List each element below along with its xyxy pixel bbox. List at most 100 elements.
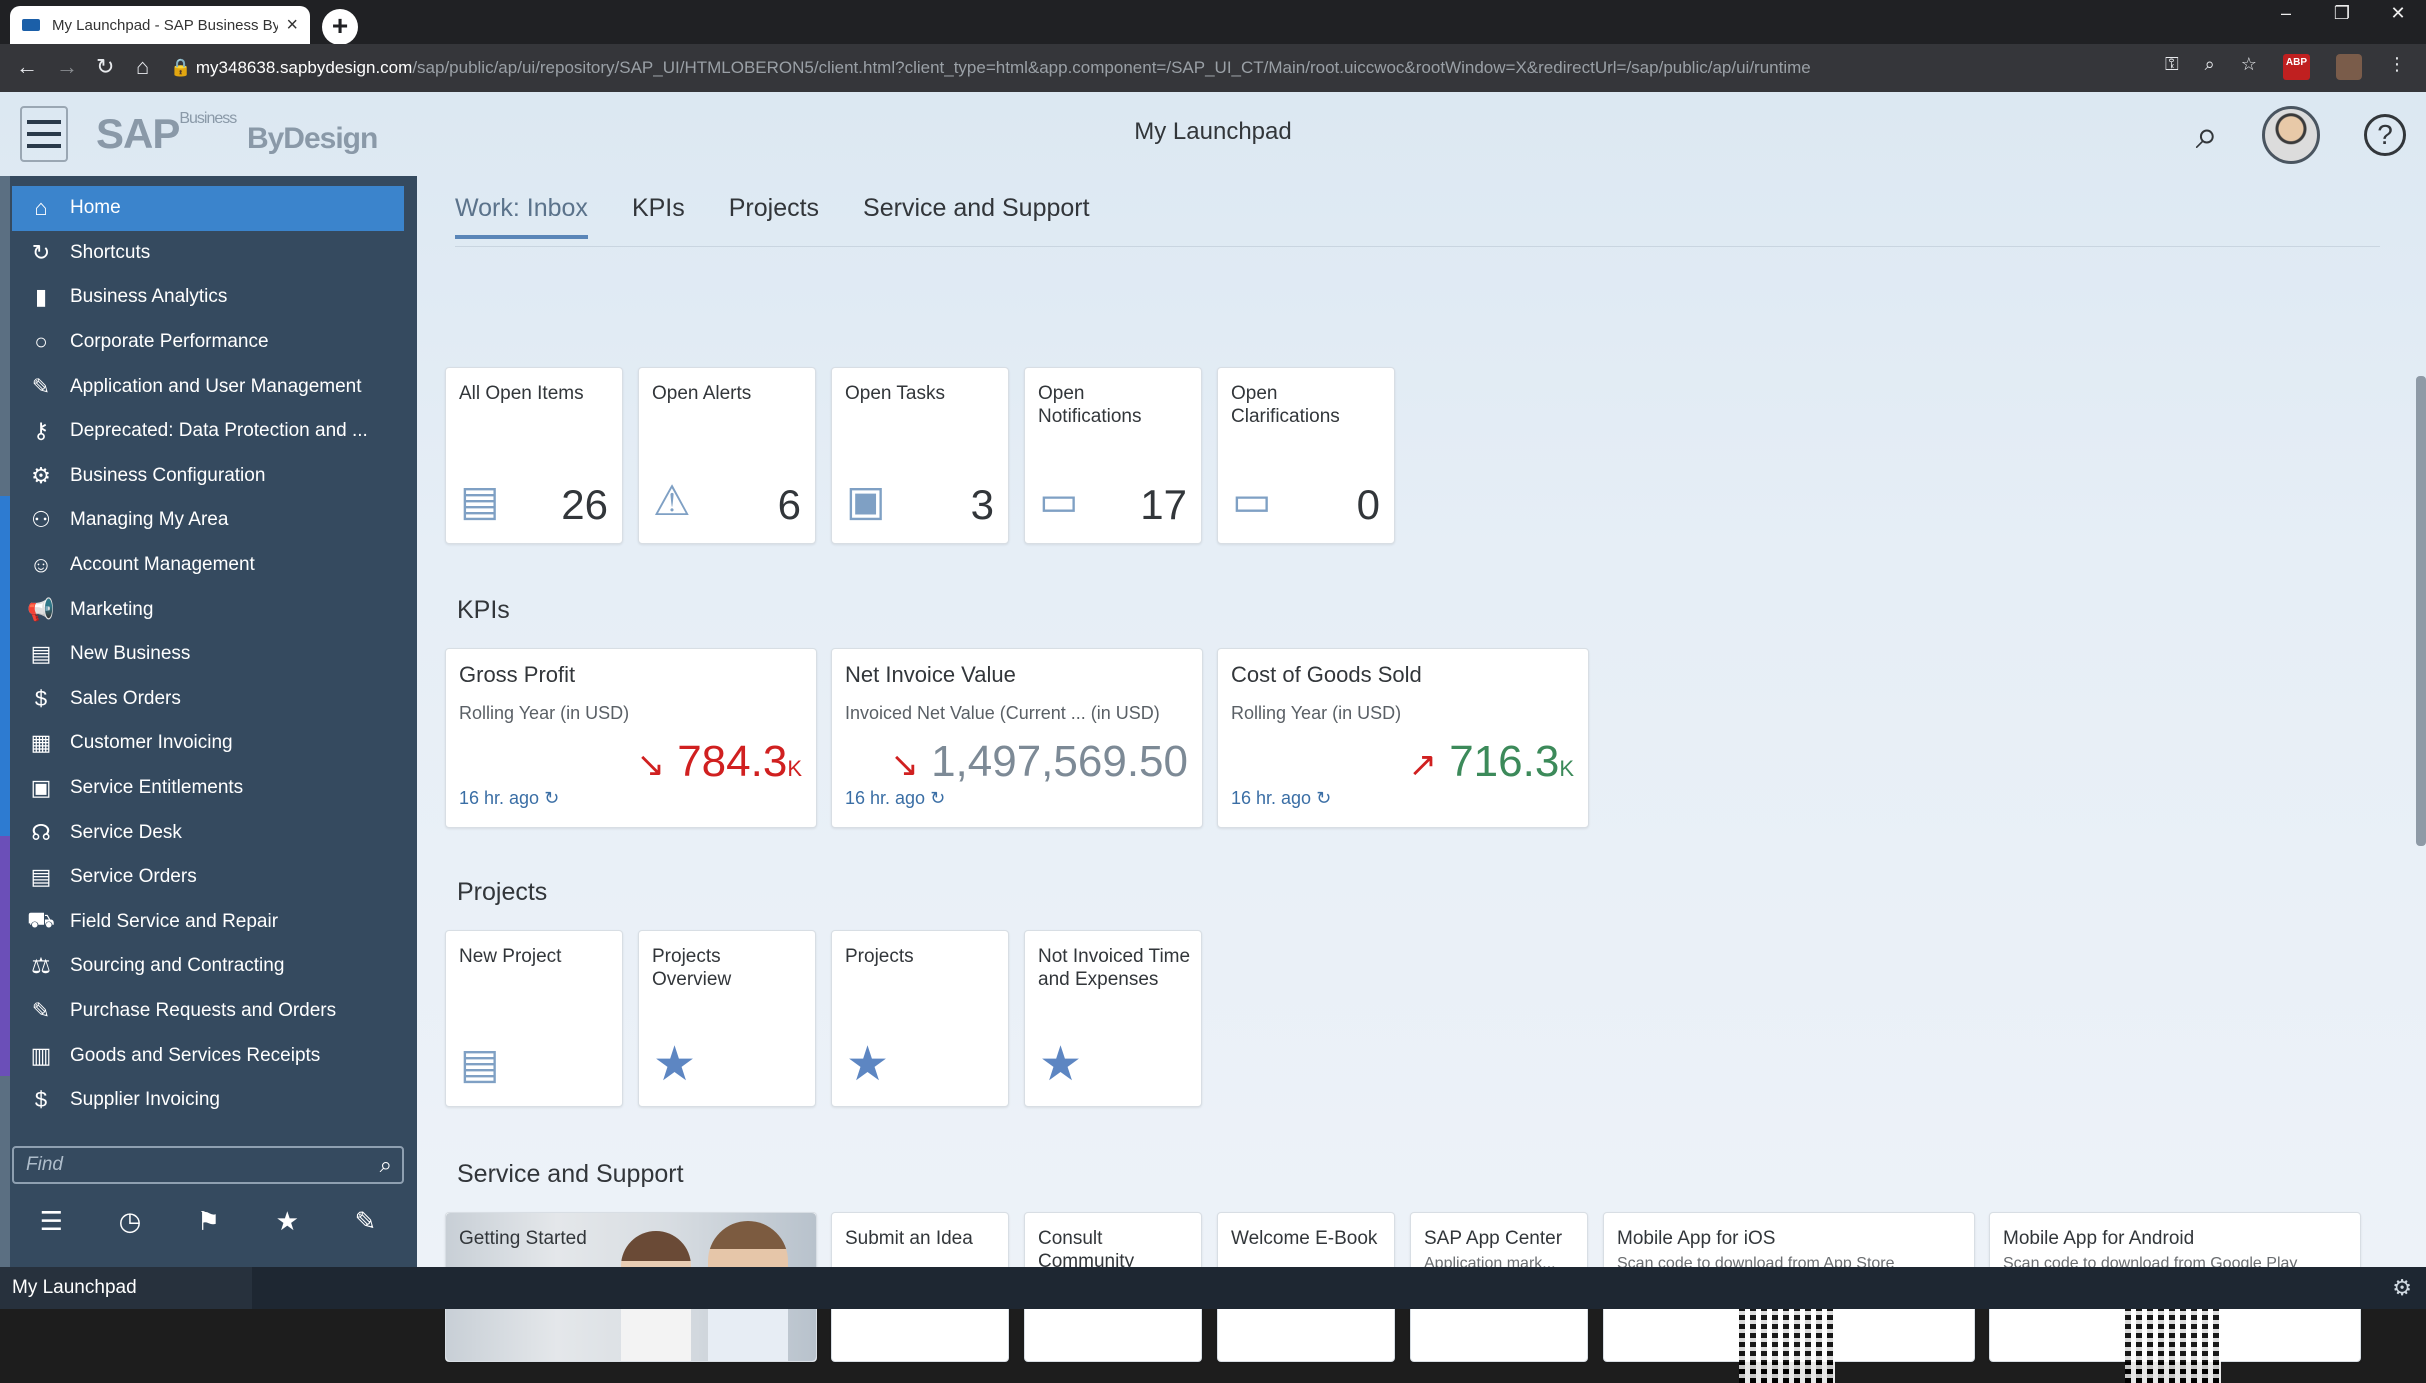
section-projects: Projects [457,878,548,906]
browser-tab[interactable]: My Launchpad - SAP Business By × [10,6,310,44]
sidebar-item-business-configuration[interactable]: ⚙ Business Configuration [12,454,404,499]
personalize-icon[interactable]: ✎ [354,1206,376,1237]
user-avatar[interactable] [2262,106,2320,164]
help-icon[interactable]: ? [2364,114,2406,156]
refresh-icon[interactable]: ↻ [544,788,559,808]
minimize-icon[interactable]: – [2258,0,2314,30]
tile-title: New Project [459,946,562,967]
refresh-icon[interactable]: ↻ [930,788,945,808]
flag-icon[interactable]: ⚑ [197,1206,220,1237]
sidebar-item-account-management[interactable]: ☺ Account Management [12,543,404,588]
tile-all-open-items[interactable]: All Open Items ▤ 26 [445,367,623,544]
history-icon[interactable]: ◷ [119,1206,142,1237]
sidebar-item-label: Field Service and Repair [70,910,279,932]
sidebar-item-goods-and-services-receipts[interactable]: ▥ Goods and Services Receipts [12,1033,404,1078]
sidebar-item-shortcuts[interactable]: ↻ Shortcuts [12,231,404,276]
sidebar-item-managing-my-area[interactable]: ⚇ Managing My Area [12,498,404,543]
sidebar-item-service-orders[interactable]: ▤ Service Orders [12,855,404,900]
sidebar-item-service-entitlements[interactable]: ▣ Service Entitlements [12,766,404,811]
tile-open-alerts[interactable]: Open Alerts ⚠ 6 [638,367,816,544]
refresh-icon[interactable]: ↻ [1316,788,1331,808]
tile-title: Open Clarifications [1231,383,1340,427]
home-browser-icon[interactable]: ⌂ [136,54,149,80]
kpi-cost-of-goods-sold[interactable]: Cost of Goods Sold Rolling Year (in USD)… [1217,648,1589,828]
tile-title: All Open Items [459,383,584,404]
browser-profile-avatar[interactable] [2336,54,2362,80]
invoice-icon: ▦ [30,730,52,756]
restore-icon[interactable]: ❐ [2314,0,2370,30]
accessibility-icon[interactable]: ⚙ [2392,1275,2412,1301]
adblock-icon[interactable]: ABP [2282,54,2310,80]
trend-up-icon: ↗ [1408,746,1437,784]
reload-icon[interactable]: ↻ [96,54,114,80]
page-title: My Launchpad [1134,118,1292,145]
kpi-subtitle: Rolling Year (in USD) [1231,703,1402,723]
entitlement-icon: ▣ [30,775,52,801]
sidebar-item-home[interactable]: ⌂ Home [12,186,404,231]
window-controls: – ❐ ✕ [2258,0,2426,30]
launchpad-content: Work: Inbox KPIs Projects Service and Su… [417,176,2426,1383]
browser-menu-icon[interactable]: ⋮ [2388,54,2406,80]
sidebar-item-service-desk[interactable]: ☊ Service Desk [12,810,404,855]
sidebar-item-business-analytics[interactable]: ▮ Business Analytics [12,275,404,320]
sidebar-item-purchase-requests-and-orders[interactable]: ✎ Purchase Requests and Orders [12,989,404,1034]
forward-icon[interactable]: → [56,54,78,80]
back-icon[interactable]: ← [16,54,38,80]
tile-projects-overview[interactable]: Projects Overview ★ [638,930,816,1107]
tile-open-clarifications[interactable]: Open Clarifications ▭ 0 [1217,367,1395,544]
new-tab-button[interactable]: + [322,9,358,45]
url-field[interactable]: 🔒 my348638.sapbydesign.com/sap/public/ap… [170,51,2170,85]
search-icon[interactable]: ⌕ [2196,113,2218,158]
sidebar-item-label: Service Desk [70,821,182,843]
url-domain: my348638.sapbydesign.com [195,58,413,77]
tile-title: Submit an Idea [845,1228,973,1249]
sidebar-item-supplier-invoicing[interactable]: $ Supplier Invoicing [12,1078,404,1123]
key-icon[interactable]: ⚿ [2165,54,2179,80]
find-search-icon[interactable]: ⌕ [380,1148,392,1182]
tab-work-inbox[interactable]: Work: Inbox [455,194,588,239]
account-icon: ☺ [29,552,53,578]
bookmark-star-icon[interactable]: ☆ [2241,54,2257,80]
user-edit-icon: ✎ [31,373,51,399]
find-input[interactable]: Find ⌕ [12,1146,404,1184]
favorites-icon[interactable]: ★ [276,1206,299,1237]
tab-projects[interactable]: Projects [729,194,819,239]
tab-service-support[interactable]: Service and Support [863,194,1090,239]
sidebar-item-sales-orders[interactable]: $ Sales Orders [12,677,404,722]
tile-not-invoiced-time-expenses[interactable]: Not Invoiced Time and Expenses ★ [1024,930,1202,1107]
sidebar-item-label: Customer Invoicing [70,732,233,754]
sidebar-item-field-service-and-repair[interactable]: ⛟ Field Service and Repair [12,900,404,945]
tile-projects[interactable]: Projects ★ [831,930,1009,1107]
kpi-gross-profit[interactable]: Gross Profit Rolling Year (in USD) ↘ 784… [445,648,817,828]
team-icon: ⚇ [31,507,51,533]
sidebar-item-application-and-user-management[interactable]: ✎ Application and User Management [12,364,404,409]
tile-new-project[interactable]: New Project ▤ [445,930,623,1107]
section-service-support: Service and Support [457,1160,684,1188]
tile-title: Projects Overview [652,946,732,990]
kpi-title: Cost of Goods Sold [1231,662,1422,687]
kpi-subtitle: Invoiced Net Value (Current ... (in USD) [845,703,1160,723]
sidebar-item-corporate-performance[interactable]: ○ Corporate Performance [12,320,404,365]
close-window-icon[interactable]: ✕ [2370,0,2426,30]
zoom-icon[interactable]: ⌕ [2205,54,2215,80]
tab-kpis[interactable]: KPIs [632,194,685,239]
status-bar-label[interactable]: My Launchpad [0,1267,252,1309]
analytics-icon: ▮ [34,284,48,310]
sidebar-item-sourcing-and-contracting[interactable]: ⚖ Sourcing and Contracting [12,944,404,989]
tile-open-tasks[interactable]: Open Tasks ▣ 3 [831,367,1009,544]
sidebar-item-deprecated-data-protection-and[interactable]: ⚷ Deprecated: Data Protection and ... [12,409,404,454]
sidebar-item-label: Service Entitlements [70,777,244,799]
kpi-net-invoice-value[interactable]: Net Invoice Value Invoiced Net Value (Cu… [831,648,1203,828]
sidebar-item-customer-invoicing[interactable]: ▦ Customer Invoicing [12,721,404,766]
launchpad-tabs: Work: Inbox KPIs Projects Service and Su… [455,194,1090,239]
home-icon: ⌂ [34,195,48,221]
section-kpis: KPIs [457,596,510,624]
tile-title: Welcome E-Book [1231,1228,1378,1249]
sidebar-item-new-business[interactable]: ▤ New Business [12,632,404,677]
sidebar-item-marketing[interactable]: 📢 Marketing [12,587,404,632]
content-scrollbar[interactable] [2416,376,2426,846]
kpi-subtitle: Rolling Year (in USD) [459,703,630,723]
close-tab-icon[interactable]: × [286,14,298,37]
tile-open-notifications[interactable]: Open Notifications ▭ 17 [1024,367,1202,544]
list-icon[interactable]: ☰ [40,1206,63,1237]
